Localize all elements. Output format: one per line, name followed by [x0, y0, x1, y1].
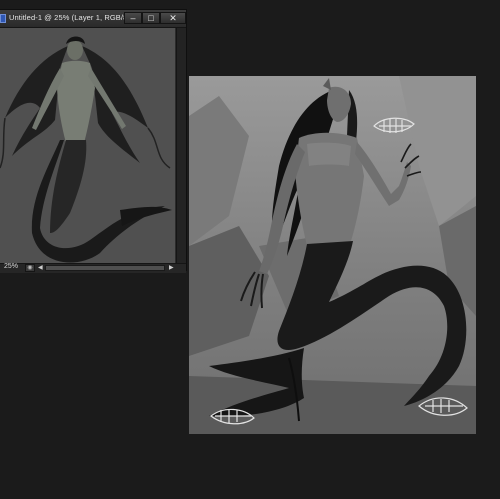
document-icon	[0, 14, 6, 23]
document-titlebar[interactable]: Untitled-1 @ 25% (Layer 1, RGB/8) * – □ …	[0, 10, 186, 28]
minimize-icon: –	[130, 13, 136, 23]
scroll-right-icon[interactable]: ▶	[169, 264, 174, 271]
document-window: Untitled-1 @ 25% (Layer 1, RGB/8) * – □ …	[0, 9, 187, 273]
scroll-left-icon[interactable]: ◀	[38, 264, 43, 271]
maximize-icon: □	[148, 13, 154, 23]
close-icon: ✕	[169, 13, 177, 23]
horizontal-scrollbar[interactable]	[45, 265, 165, 271]
status-menu-button[interactable]: ◉	[25, 264, 35, 272]
maximize-button[interactable]: □	[142, 12, 160, 24]
grayscale-merman-painting	[189, 76, 476, 434]
vertical-scrollbar[interactable]	[176, 28, 186, 263]
close-button[interactable]: ✕	[160, 12, 186, 24]
document-canvas[interactable]	[0, 28, 175, 263]
document-title: Untitled-1 @ 25% (Layer 1, RGB/8) *	[9, 13, 136, 22]
zoom-level[interactable]: 25%	[4, 263, 18, 270]
minimize-button[interactable]: –	[124, 12, 142, 24]
main-painting	[189, 76, 476, 434]
status-bar: 25% ◉ ◀ ▶	[0, 263, 186, 273]
mermaid-sketch-thumbnail	[0, 28, 175, 263]
